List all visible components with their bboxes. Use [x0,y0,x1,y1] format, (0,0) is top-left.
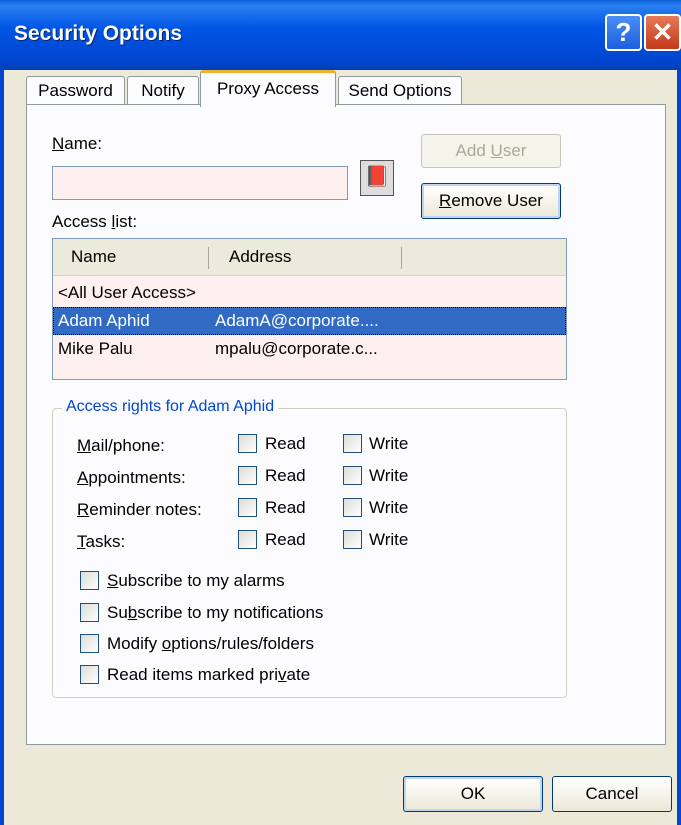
close-button[interactable]: ✕ [644,14,681,51]
tab-password[interactable]: Password [26,76,125,106]
mail-phone-write-checkbox[interactable] [343,434,362,453]
list-item[interactable]: Adam Aphid AdamA@corporate.... [53,307,566,335]
column-divider[interactable] [401,247,402,269]
appointments-label: Appointments: [77,468,186,487]
name-input[interactable] [52,166,348,200]
write-label: Write [369,466,409,485]
column-divider[interactable] [208,247,209,269]
read-label: Read [265,498,306,517]
add-user-button[interactable]: Add User [421,134,561,168]
help-button[interactable]: ? [605,14,642,51]
tasks-write-checkbox[interactable] [343,530,362,549]
window-title: Security Options [14,22,183,45]
tab-notify[interactable]: Notify [127,76,199,106]
read-label: Read [265,434,306,453]
appointments-read-checkbox[interactable] [238,466,257,485]
tasks-read-checkbox[interactable] [238,530,257,549]
tab-proxy-access[interactable]: Proxy Access [200,70,336,107]
access-list-label: Access list: [52,212,138,231]
reminder-notes-write-checkbox[interactable] [343,498,362,517]
write-label: Write [369,498,409,517]
cancel-button[interactable]: Cancel [552,776,672,812]
subscribe-alarms-label: Subscribe to my alarms [107,571,285,590]
access-list[interactable]: Name Address <All User Access> Adam Aphi… [52,238,567,380]
reminder-notes-read-checkbox[interactable] [238,498,257,517]
subscribe-notifications-checkbox[interactable] [80,603,99,622]
column-name[interactable]: Name [71,239,116,275]
read-private-checkbox[interactable] [80,665,99,684]
remove-user-button[interactable]: Remove User [421,183,561,219]
modify-options-label: Modify options/rules/folders [107,634,314,653]
ok-button[interactable]: OK [403,776,543,812]
tasks-label: Tasks: [77,532,126,551]
write-label: Write [369,434,409,453]
list-item[interactable]: <All User Access> [53,279,566,307]
modify-options-checkbox[interactable] [80,634,99,653]
read-private-label: Read items marked private [107,665,311,684]
subscribe-notifications-label: Subscribe to my notifications [107,603,324,622]
mail-phone-label: Mail/phone: [77,436,165,455]
column-address[interactable]: Address [229,239,291,275]
subscribe-alarms-checkbox[interactable] [80,571,99,590]
name-label: Name: [52,134,103,153]
appointments-write-checkbox[interactable] [343,466,362,485]
list-header: Name Address [53,239,566,276]
address-book-icon[interactable]: 📕 [360,160,394,196]
list-item[interactable]: Mike Palu mpalu@corporate.c... [53,335,566,363]
read-label: Read [265,466,306,485]
title-bar[interactable]: Security Options ? ✕ [0,0,681,70]
reminder-notes-label: Reminder notes: [77,500,202,519]
tab-send-options[interactable]: Send Options [338,76,462,106]
write-label: Write [369,530,409,549]
mail-phone-read-checkbox[interactable] [238,434,257,453]
read-label: Read [265,530,306,549]
access-rights-title: Access rights for Adam Aphid [62,398,279,416]
